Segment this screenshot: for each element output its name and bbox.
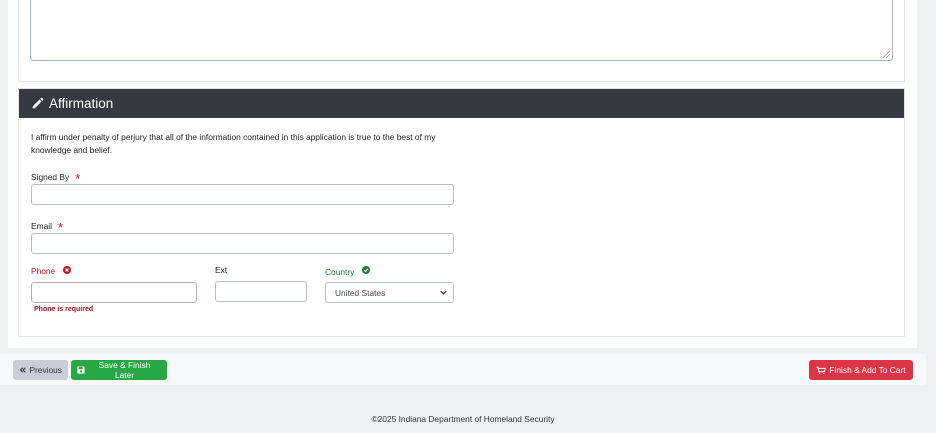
pencil-icon	[32, 97, 44, 109]
error-circle-icon	[62, 266, 71, 274]
save-button-label: Save & Finish Later	[98, 360, 151, 380]
save-icon	[77, 366, 85, 374]
email-label-text: Email	[31, 221, 52, 231]
double-chevron-left-icon	[19, 367, 26, 373]
footer-copyright: ©2025 Indiana Department of Homeland Sec…	[371, 414, 555, 424]
comments-textarea[interactable]	[30, 0, 893, 61]
signed-by-label-text: Signed By	[31, 172, 70, 182]
finish-add-to-cart-button[interactable]: Finish & Add To Cart	[809, 360, 913, 380]
phone-label-text: Phone	[31, 266, 56, 276]
country-label: Country	[325, 266, 370, 277]
cart-icon	[816, 366, 827, 374]
form-actions-bar: Previous Save & Finish Later Finish & Ad…	[0, 354, 926, 385]
email-input[interactable]	[31, 233, 454, 254]
affirmation-statement: I affirm under penalty of perjury that a…	[31, 132, 436, 155]
signed-by-label: Signed By *	[31, 168, 80, 186]
affirmation-panel: Affirmation I affirm under penalty of pe…	[18, 88, 905, 337]
finish-button-label: Finish & Add To Cart	[829, 365, 906, 375]
affirmation-header: Affirmation	[19, 89, 904, 118]
resize-grip-icon[interactable]	[883, 51, 890, 58]
chevron-down-icon	[440, 290, 447, 295]
check-circle-icon	[361, 266, 370, 274]
email-label: Email *	[31, 217, 63, 235]
country-select[interactable]: United States	[325, 282, 454, 303]
affirmation-title: Affirmation	[49, 96, 114, 111]
ext-label: Ext	[215, 265, 228, 275]
phone-input[interactable]	[31, 282, 197, 303]
previous-button[interactable]: Previous	[13, 360, 68, 380]
country-selected-value: United States	[335, 287, 386, 298]
phone-label: Phone	[31, 266, 71, 276]
save-finish-later-button[interactable]: Save & Finish Later	[71, 360, 167, 380]
country-label-text: Country	[325, 267, 355, 277]
signed-by-input[interactable]	[31, 184, 454, 205]
previous-button-label: Previous	[29, 365, 62, 375]
ext-input[interactable]	[215, 281, 307, 302]
phone-error-message: Phone is required	[34, 306, 94, 313]
